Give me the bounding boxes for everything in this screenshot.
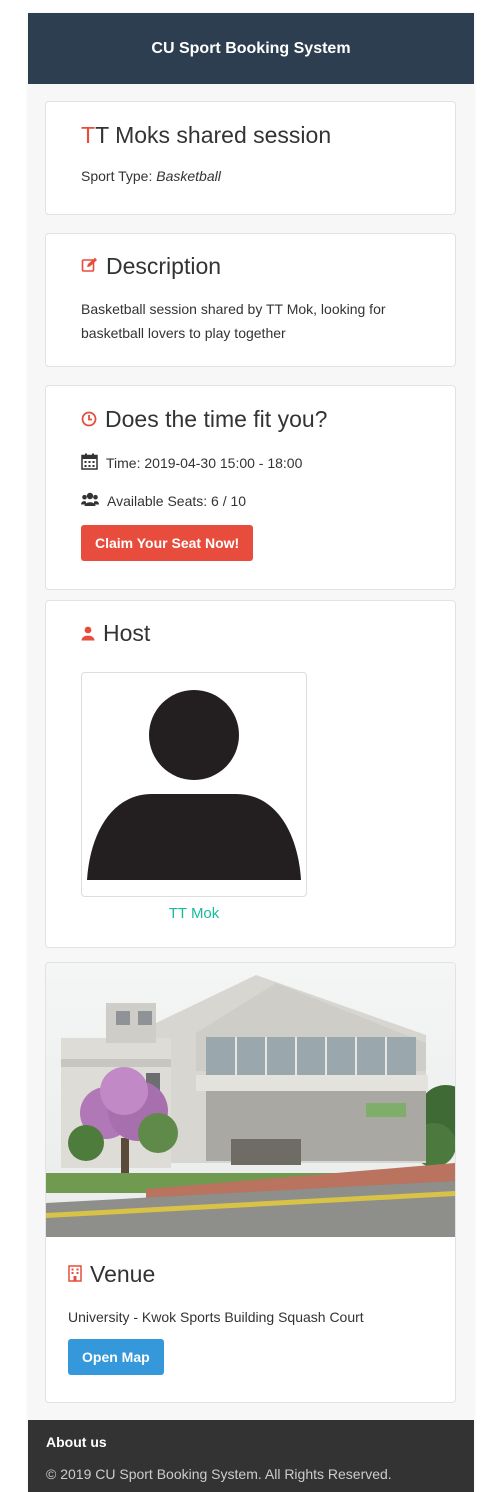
host-avatar[interactable]	[81, 672, 307, 897]
page-container: CU Sport Booking System TT Moks shared s…	[28, 13, 474, 1492]
host-heading-text: Host	[103, 620, 151, 646]
clock-icon	[81, 406, 97, 433]
session-card: TT Moks shared session Sport Type: Baske…	[45, 101, 456, 215]
claim-seat-button[interactable]: Claim Your Seat Now!	[81, 525, 254, 561]
app-title[interactable]: CU Sport Booking System	[151, 40, 350, 58]
sport-type: Sport Type: Basketball	[81, 168, 435, 184]
description-text: Basketball session shared by TT Mok, loo…	[81, 301, 386, 341]
building-icon	[68, 1261, 82, 1288]
sport-type-label: Sport Type:	[81, 168, 157, 184]
calendar-icon	[81, 453, 98, 473]
venue-heading-text: Venue	[90, 1261, 156, 1287]
session-title-text: T Moks shared session	[95, 122, 332, 148]
user-icon	[81, 620, 95, 647]
description-heading-text: Description	[106, 253, 222, 279]
description-heading: Description	[81, 253, 435, 280]
venue-card: Venue University - Kwok Sports Building …	[45, 962, 456, 1403]
time-heading-text: Does the time fit you?	[105, 406, 328, 432]
time-row: Time: 2019-04-30 15:00 - 18:00	[81, 453, 435, 473]
seats-row: Available Seats: 6 / 10	[81, 492, 435, 510]
time-heading: Does the time fit you?	[81, 406, 435, 433]
description-card: Description Basketball session shared by…	[45, 233, 456, 367]
about-us-link[interactable]: About us	[46, 1434, 107, 1450]
host-card: Host TT Mok	[45, 600, 456, 948]
host-heading: Host	[81, 620, 435, 647]
available-seats: Available Seats: 6 / 10	[107, 493, 247, 509]
avatar-silhouette	[87, 690, 301, 880]
edit-icon	[81, 253, 98, 280]
footer: About us © 2019 CU Sport Booking System.…	[28, 1420, 474, 1492]
venue-name: University - Kwok Sports Building Squash…	[68, 1309, 364, 1325]
host-name-link[interactable]: TT Mok	[81, 905, 307, 922]
time-card: Does the time fit you? Time: 2019-04-30 …	[45, 385, 456, 590]
navbar: CU Sport Booking System	[28, 13, 474, 84]
open-map-button[interactable]: Open Map	[68, 1339, 164, 1375]
users-icon	[81, 492, 99, 510]
session-time: Time: 2019-04-30 15:00 - 18:00	[106, 455, 303, 471]
sport-type-value: Basketball	[156, 168, 221, 184]
venue-heading: Venue	[68, 1261, 435, 1288]
session-title: TT Moks shared session	[81, 122, 435, 149]
copyright-text: © 2019 CU Sport Booking System. All Righ…	[46, 1466, 392, 1482]
venue-photo	[46, 963, 455, 1237]
session-title-initial: T	[81, 122, 96, 148]
